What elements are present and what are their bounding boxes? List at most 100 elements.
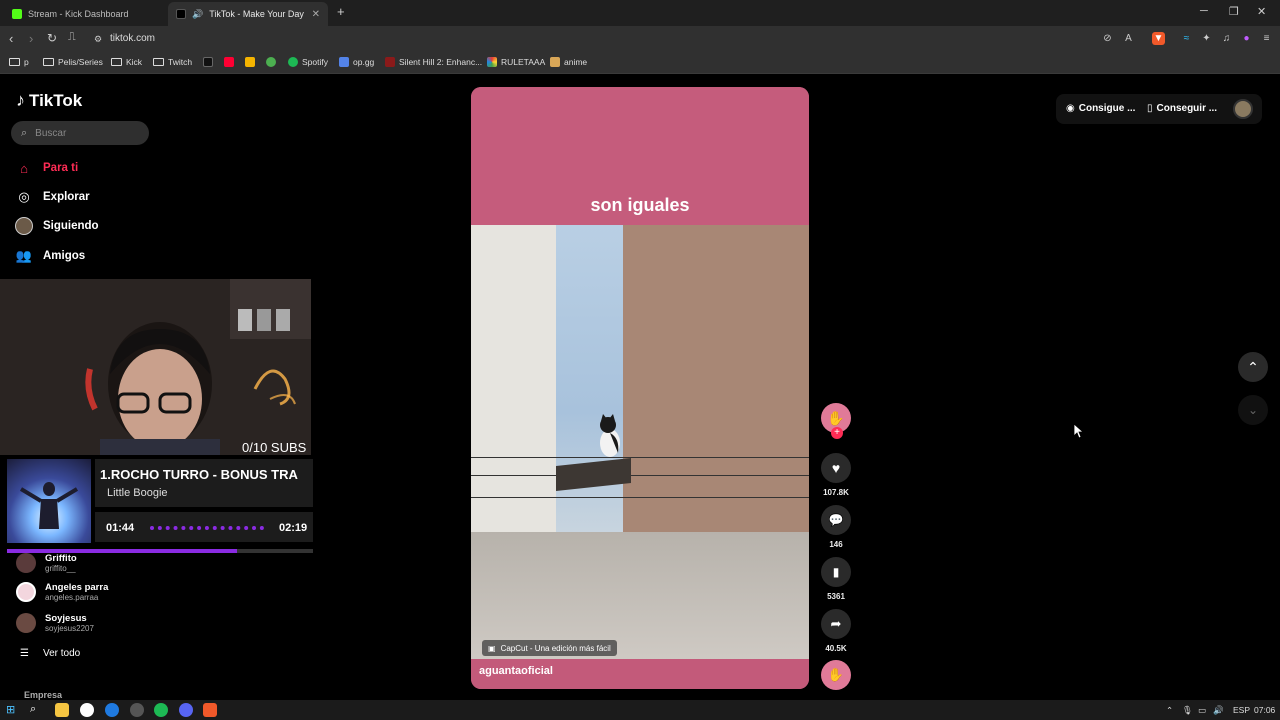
url-field[interactable]: tiktok.com (110, 33, 155, 44)
mic-icon[interactable]: 🎙 (1182, 705, 1193, 716)
video-wire (471, 497, 809, 498)
bookmark-label: Twitch (168, 57, 193, 67)
close-tab-icon[interactable]: ✕ (312, 9, 320, 20)
forward-icon[interactable]: › (29, 31, 33, 46)
nav-explorar[interactable]: ◎ Explorar (15, 188, 89, 206)
compass-icon: ◎ (18, 189, 30, 204)
bookmark-folder-pelis[interactable]: Pelis/Series (43, 57, 103, 67)
folder-icon (43, 58, 54, 66)
like-count: 107.8K (823, 488, 849, 497)
video-wire (471, 457, 809, 458)
bookmark-icon[interactable]: ⎍ (68, 31, 76, 44)
brave-icon[interactable] (203, 703, 217, 717)
music-icon[interactable]: ♫ (1220, 32, 1233, 45)
no-tracking-icon[interactable]: ⊘ (1101, 32, 1114, 45)
get-app-button[interactable]: ▯ Conseguir ... (1147, 103, 1217, 114)
tray-chevron-icon[interactable]: ⌃ (1166, 705, 1173, 716)
profile-avatar[interactable] (1233, 99, 1253, 119)
extensions-icon[interactable]: ✦ (1200, 32, 1213, 45)
anime-icon (550, 57, 560, 67)
network-icon[interactable]: ▭ (1198, 705, 1206, 716)
brave-shield-icon[interactable]: ▼ (1152, 32, 1165, 45)
bookmark-ruleta[interactable]: RULETAAA (487, 57, 545, 67)
bookmark-folder-p[interactable]: p (9, 57, 29, 67)
back-icon[interactable]: ‹ (9, 31, 13, 46)
site-info-icon[interactable]: ⚙ (94, 34, 102, 45)
new-tab-button[interactable]: + (337, 4, 345, 19)
tiktok-favicon-icon (176, 9, 186, 19)
opgg-icon (339, 57, 349, 67)
search-icon: ⌕ (21, 126, 28, 139)
clock-app-icon[interactable] (80, 703, 94, 717)
tiktok-logo[interactable]: ♪ TikTok (16, 90, 82, 111)
bookmark-tiktok[interactable] (203, 57, 213, 67)
menu-icon[interactable]: ≡ (1260, 32, 1273, 45)
edge-icon[interactable] (105, 703, 119, 717)
subs-counter: 0/10 SUBS (242, 440, 307, 455)
silent-hill-icon (385, 57, 395, 67)
bookmark-youtube[interactable] (224, 57, 234, 67)
nav-siguiendo[interactable]: Siguiendo (15, 217, 99, 235)
bookmark-game[interactable] (266, 57, 276, 67)
scroll-down-button[interactable]: ⌄ (1238, 395, 1268, 425)
comment-button[interactable]: 💬 146 (820, 505, 852, 549)
footer-empresa[interactable]: Empresa (24, 690, 62, 700)
creator-avatar-button[interactable]: ✋ + (820, 403, 852, 439)
discord-icon[interactable] (179, 703, 193, 717)
bookmark-opgg[interactable]: op.gg (339, 57, 374, 67)
save-button[interactable]: ▮ 5361 (820, 557, 852, 601)
restore-button[interactable]: ❐ (1229, 5, 1239, 18)
nav-para-ti[interactable]: ⌂ Para ti (15, 159, 78, 177)
avatar (16, 553, 36, 573)
sound-disc-button[interactable]: ✋ (820, 660, 852, 690)
nav-amigos[interactable]: 👥 Amigos (15, 247, 85, 265)
video-author[interactable]: aguantaoficial (479, 665, 553, 677)
speaker-icon: 🔊 (192, 8, 204, 19)
app-icon[interactable] (130, 703, 144, 717)
search-input[interactable]: ⌕ Buscar (11, 121, 149, 145)
capcut-label: CapCut - Una edición más fácil (500, 643, 611, 653)
windows-start-icon[interactable]: ⊞ (6, 703, 20, 717)
album-art-figure (19, 482, 79, 529)
bookmark-app[interactable] (245, 57, 255, 67)
get-coins-button[interactable]: ◉ Consigue ... (1066, 103, 1135, 114)
close-window-button[interactable]: ✕ (1257, 5, 1266, 18)
hand-icon: ✋ (827, 409, 845, 426)
vpn-icon[interactable]: ● (1240, 32, 1253, 45)
bookmark-spotify[interactable]: Spotify (288, 57, 328, 67)
following-item[interactable]: Griffito griffito__ (16, 553, 77, 573)
volume-icon[interactable]: 🔊 (1213, 705, 1224, 716)
browser-tab-bar: Stream - Kick Dashboard 🔊 TikTok - Make … (0, 0, 1280, 26)
like-button[interactable]: ♥ 107.8K (820, 453, 852, 497)
following-item[interactable]: Soyjesus soyjesus2207 (16, 613, 94, 633)
bookmark-anime[interactable]: anime (550, 57, 587, 67)
video-player[interactable]: son iguales ▣ CapCut - Una edición más f… (471, 87, 809, 689)
follow-name: Soyjesus (45, 613, 87, 624)
following-item[interactable]: Angeles parra angeles.parraa (16, 582, 108, 602)
file-explorer-icon[interactable] (55, 703, 69, 717)
extension-icon[interactable]: ≈ (1180, 32, 1193, 45)
comment-count: 146 (829, 540, 843, 549)
bookmark-folder-twitch[interactable]: Twitch (153, 57, 192, 67)
translate-icon[interactable]: A (1122, 32, 1135, 45)
spotify-icon[interactable] (154, 703, 168, 717)
see-all-link[interactable]: ☰ Ver todo (20, 648, 80, 659)
reload-icon[interactable]: ↻ (47, 31, 57, 45)
save-count: 5361 (827, 592, 845, 601)
scroll-up-button[interactable]: ⌃ (1238, 352, 1268, 382)
bookmark-folder-kick[interactable]: Kick (111, 57, 142, 67)
tab-tiktok[interactable]: 🔊 TikTok - Make Your Day ✕ (168, 2, 328, 26)
bookmark-label: op.gg (353, 57, 375, 67)
tiktok-icon (203, 57, 213, 67)
follow-plus-icon[interactable]: + (831, 427, 843, 439)
minimize-button[interactable]: ─ (1200, 5, 1208, 17)
share-button[interactable]: ➦ 40.5K (820, 609, 852, 653)
clock[interactable]: 07:06 (1254, 705, 1275, 715)
language-indicator[interactable]: ESP (1233, 705, 1250, 715)
tab-kick-dashboard[interactable]: Stream - Kick Dashboard (4, 2, 168, 26)
capcut-watermark: ▣ CapCut - Una edición más fácil (482, 640, 617, 656)
search-icon[interactable]: ⌕ (30, 703, 44, 717)
ruleta-icon (487, 57, 497, 67)
song-title: 1.ROCHO TURRO - BONUS TRA (100, 467, 298, 482)
bookmark-silenthill[interactable]: Silent Hill 2: Enhanc... (385, 57, 482, 67)
